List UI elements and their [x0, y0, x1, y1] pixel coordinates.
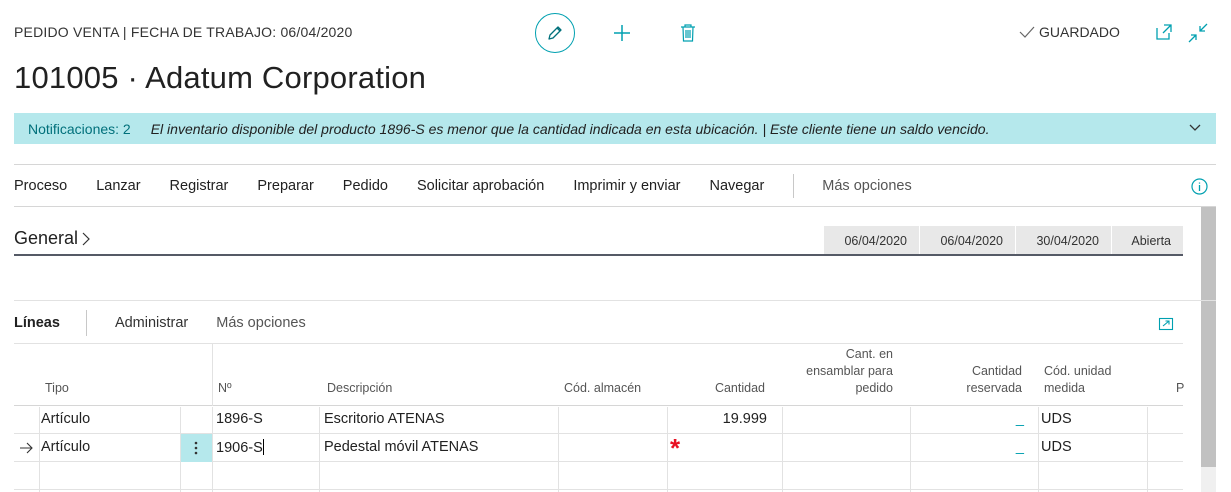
text-caret — [262, 439, 264, 455]
col-header-p[interactable]: P — [1176, 380, 1184, 397]
col-divider — [558, 407, 559, 492]
cell-no-value: 1906-S — [216, 440, 263, 456]
action-separator — [793, 173, 795, 198]
plus-icon — [614, 25, 630, 41]
lines-toolbar: Líneas Administrar Más opciones — [14, 310, 1204, 336]
chevron-down-icon[interactable] — [1188, 121, 1202, 135]
edit-button[interactable] — [535, 13, 575, 53]
cell-unidad[interactable]: UDS — [1041, 411, 1072, 427]
lines-manage-button[interactable]: Administrar — [115, 315, 188, 331]
col-header-descripcion[interactable]: Descripción — [327, 380, 392, 397]
col-header-tipo[interactable]: Tipo — [45, 380, 69, 397]
page-caption: PEDIDO VENTA | FECHA DE TRABAJO: 06/04/2… — [14, 24, 353, 40]
popout-icon — [1156, 24, 1172, 40]
expand-icon[interactable] — [1158, 315, 1174, 331]
general-summary: 06/04/2020 06/04/2020 30/04/2020 Abierta — [823, 226, 1183, 255]
action-imprimir-y-enviar[interactable]: Imprimir y enviar — [573, 178, 680, 194]
col-divider — [212, 407, 213, 492]
trash-icon — [681, 24, 695, 42]
lines-separator — [85, 310, 87, 336]
cell-tipo[interactable]: Artículo — [41, 411, 90, 427]
new-button[interactable] — [609, 20, 635, 46]
grid-header: Tipo Nº Descripción Cód. almacén Cantida… — [14, 344, 1184, 406]
action-registrar[interactable]: Registrar — [170, 178, 229, 194]
col-divider — [1038, 407, 1039, 492]
cell-descripcion[interactable]: Pedestal móvil ATENAS — [324, 439, 478, 455]
open-new-window-button[interactable] — [1154, 22, 1176, 44]
cell-descripcion[interactable]: Escritorio ATENAS — [324, 411, 445, 427]
summary-order-date: 06/04/2020 — [823, 226, 919, 255]
row-actions-button[interactable] — [180, 434, 212, 462]
col-header-cantidad[interactable]: Cantidad — [674, 380, 765, 397]
cell-cantidad[interactable]: 19.999 — [674, 411, 767, 427]
cell-no-input[interactable]: 1906-S — [216, 439, 264, 456]
info-icon[interactable] — [1191, 178, 1208, 195]
lines-label[interactable]: Líneas — [14, 315, 60, 331]
cell-reservada[interactable]: _ — [944, 411, 1024, 427]
page-title: 101005 · Adatum Corporation — [14, 60, 427, 95]
notification-count[interactable]: Notificaciones: 2 — [28, 121, 131, 137]
col-divider — [212, 344, 213, 406]
saved-label: GUARDADO — [1039, 24, 1120, 40]
general-section-underline — [14, 254, 1183, 256]
action-solicitar-aprobacion[interactable]: Solicitar aprobación — [417, 178, 544, 194]
checkmark-icon — [1019, 26, 1035, 38]
lines-grid: Tipo Nº Descripción Cód. almacén Cantida… — [14, 343, 1184, 492]
col-divider — [39, 407, 40, 492]
action-lanzar[interactable]: Lanzar — [96, 178, 140, 194]
scrollbar-thumb[interactable] — [1201, 207, 1216, 467]
general-section-label: General — [14, 228, 79, 248]
notification-bar[interactable]: Notificaciones: 2 El inventario disponib… — [14, 113, 1216, 144]
col-header-ensamblar[interactable]: Cant. en ensamblar para pedido — [789, 346, 893, 397]
action-bar: Proceso Lanzar Registrar Preparar Pedido… — [14, 164, 1216, 207]
col-divider — [1147, 407, 1148, 492]
col-divider — [782, 407, 783, 492]
action-preparar[interactable]: Preparar — [257, 178, 313, 194]
cell-no[interactable]: 1896-S — [216, 411, 263, 427]
notification-message: El inventario disponible del producto 18… — [150, 120, 990, 137]
lines-divider — [14, 300, 1216, 301]
summary-status: Abierta — [1111, 226, 1183, 255]
summary-document-date: 06/04/2020 — [919, 226, 1015, 255]
col-header-almacen[interactable]: Cód. almacén — [564, 380, 641, 397]
cell-unidad[interactable]: UDS — [1041, 439, 1072, 455]
col-divider — [667, 407, 668, 492]
col-divider — [910, 407, 911, 492]
action-navegar[interactable]: Navegar — [709, 178, 764, 194]
action-more-options[interactable]: Más opciones — [822, 178, 911, 194]
page-header: PEDIDO VENTA | FECHA DE TRABAJO: 06/04/2… — [0, 0, 1231, 62]
pencil-icon — [548, 26, 562, 40]
arrow-right-icon — [20, 442, 33, 454]
chevron-right-icon — [82, 232, 90, 245]
col-header-no[interactable]: Nº — [218, 380, 232, 397]
table-row[interactable]: Artículo 1896-S Escritorio ATENAS 19.999… — [14, 406, 1183, 434]
cell-tipo[interactable]: Artículo — [41, 439, 90, 455]
required-indicator: * — [670, 433, 681, 463]
table-row[interactable]: Artículo 1906-S Pedestal móvil ATENAS * … — [14, 434, 1183, 462]
col-divider — [319, 407, 320, 492]
collapse-button[interactable] — [1187, 22, 1211, 44]
col-header-unidad[interactable]: Cód. unidad medida — [1044, 363, 1134, 397]
saved-status: GUARDADO — [1018, 24, 1120, 40]
action-proceso[interactable]: Proceso — [14, 178, 67, 194]
collapse-arrows-icon — [1188, 23, 1208, 43]
lines-more-options[interactable]: Más opciones — [216, 315, 305, 331]
table-row-empty[interactable] — [14, 462, 1183, 490]
col-header-reservada[interactable]: Cantidad reservada — [944, 363, 1022, 397]
summary-due-date: 30/04/2020 — [1015, 226, 1111, 255]
general-section-header[interactable]: General — [14, 228, 91, 249]
delete-button[interactable] — [676, 20, 700, 46]
action-pedido[interactable]: Pedido — [343, 178, 388, 194]
cell-reservada[interactable]: _ — [944, 439, 1024, 455]
col-divider — [180, 407, 181, 492]
vertical-ellipsis-icon — [194, 441, 198, 455]
